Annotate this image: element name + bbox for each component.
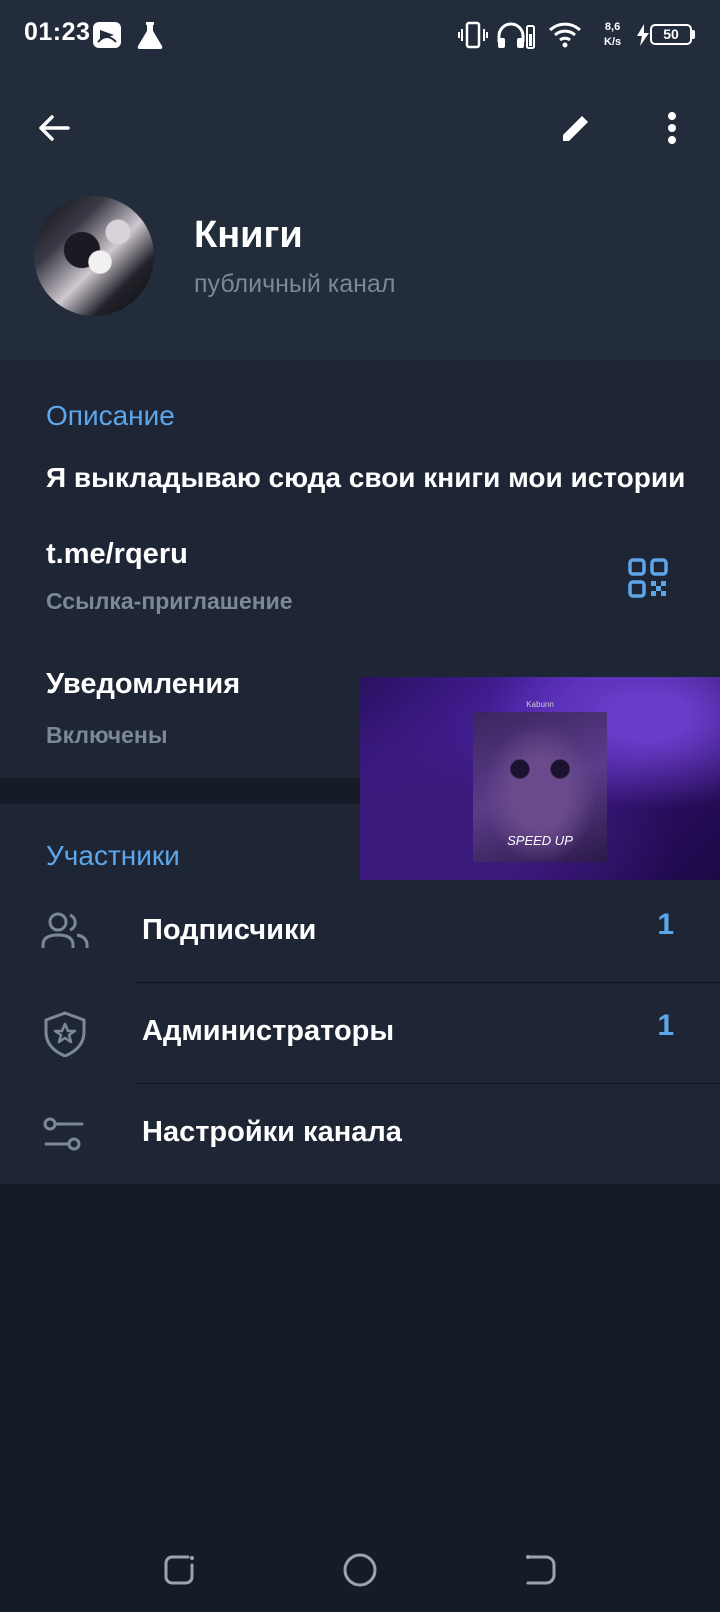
recent-apps-button[interactable] (158, 1548, 202, 1592)
status-bar: 01:23 8,6 K/s 50 (0, 0, 720, 72)
back-button[interactable] (26, 100, 82, 156)
system-navigation-bar (0, 1530, 720, 1612)
subscribers-row[interactable]: Подписчики 1 (0, 882, 720, 982)
edit-button[interactable] (548, 100, 604, 156)
vibrate-icon (458, 20, 488, 55)
subscribers-label: Подписчики (142, 914, 317, 946)
invite-link-label: Ссылка-приглашение (46, 588, 293, 614)
subscribers-count: 1 (657, 908, 674, 941)
profile-header: 01:23 8,6 K/s 50 Книги публичный канал (0, 0, 720, 360)
album-artist: Kabunn (526, 700, 554, 709)
members-label: Участники (46, 840, 180, 871)
pencil-icon (563, 113, 591, 141)
album-caption: SPEED UP (507, 833, 573, 848)
floating-video-player[interactable]: Kabunn SPEED UP (360, 677, 720, 880)
administrators-row[interactable]: Администраторы 1 (0, 983, 720, 1083)
description-text: Я выкладываю сюда свои книги мои истории (46, 462, 686, 493)
qr-code-icon (628, 558, 668, 598)
arrow-left-icon (39, 115, 70, 141)
flask-icon (136, 20, 164, 55)
administrators-label: Администраторы (142, 1015, 395, 1047)
channel-avatar[interactable] (34, 196, 154, 316)
speed-value: 8,6 (604, 21, 621, 33)
headphones-icon (496, 20, 536, 55)
invite-link[interactable]: t.me/rqeru (46, 538, 188, 571)
settings-sliders-icon (43, 1117, 84, 1151)
network-speed: 8,6 K/s (604, 20, 621, 50)
album-cover: Kabunn SPEED UP (473, 700, 607, 862)
qr-code-button[interactable] (628, 558, 668, 598)
back-nav-button[interactable] (518, 1548, 562, 1592)
more-vertical-icon (668, 112, 676, 144)
channel-subtitle: публичный канал (194, 270, 396, 298)
recent-apps-icon (164, 1555, 194, 1585)
notifications-title[interactable]: Уведомления (46, 668, 240, 701)
notifications-status: Включены (46, 722, 168, 748)
channel-title: Книги (194, 214, 303, 256)
channel-settings-label: Настройки канала (142, 1116, 402, 1148)
video-app-icon (92, 20, 122, 55)
speed-unit: K/s (604, 36, 622, 48)
administrators-count: 1 (657, 1009, 674, 1042)
more-options-button[interactable] (644, 100, 700, 156)
channel-settings-row[interactable]: Настройки канала (0, 1084, 720, 1184)
description-label: Описание (46, 400, 175, 431)
people-icon (41, 912, 89, 948)
home-button[interactable] (338, 1548, 382, 1592)
back-nav-icon (526, 1555, 556, 1585)
wifi-icon (548, 20, 582, 55)
home-circle-icon (343, 1553, 377, 1587)
battery-cap (692, 30, 695, 39)
shield-star-icon (44, 1011, 86, 1057)
charging-icon (636, 24, 650, 51)
battery-indicator: 50 (650, 24, 692, 45)
status-time: 01:23 (24, 18, 91, 46)
